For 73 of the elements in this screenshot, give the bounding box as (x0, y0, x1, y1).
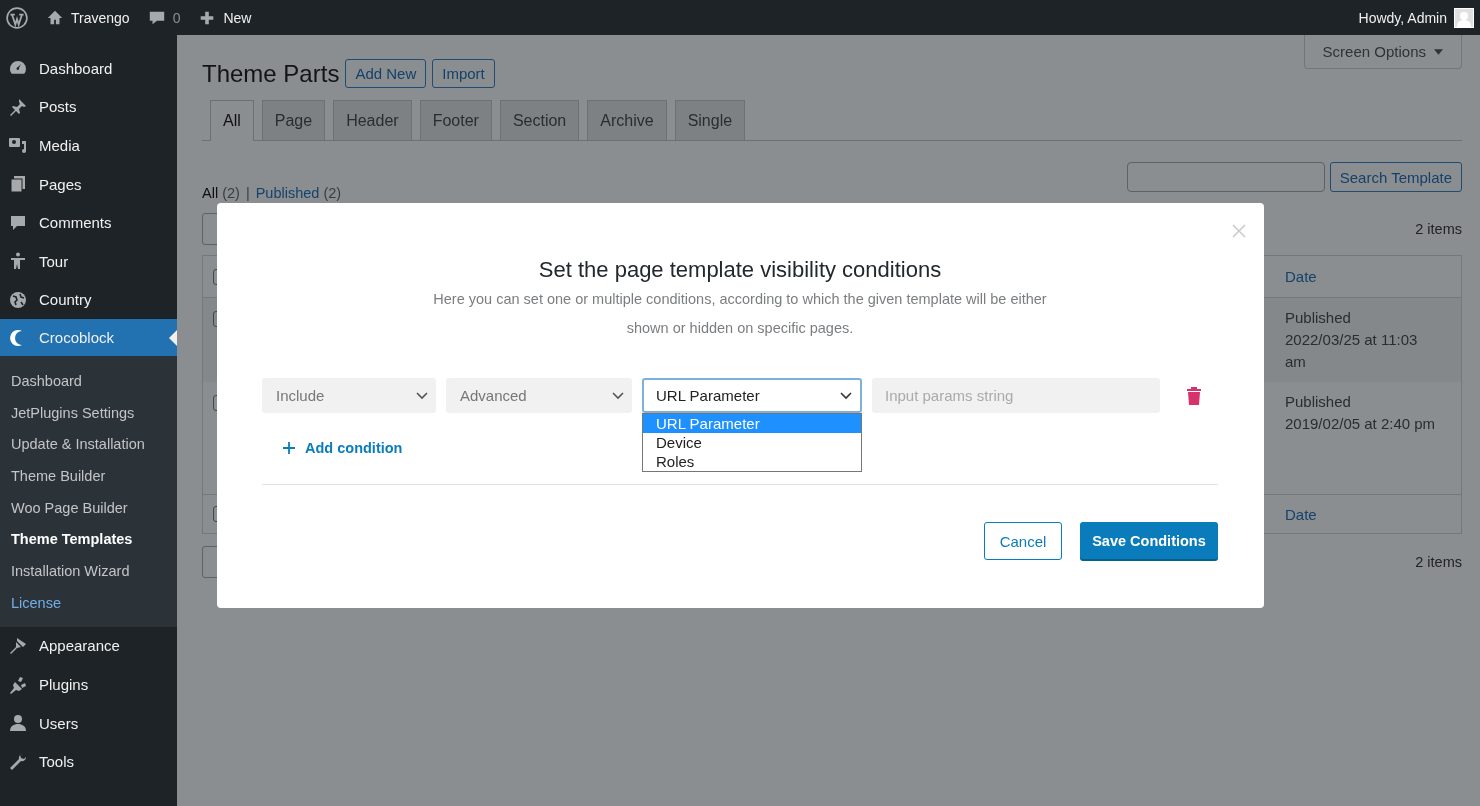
wordpress-logo-icon[interactable] (6, 6, 28, 29)
menu-item[interactable]: Posts (0, 87, 177, 127)
tab[interactable]: Page (261, 100, 326, 140)
menu-item[interactable]: Media (0, 126, 177, 165)
cancel-button[interactable]: Cancel (984, 522, 1062, 560)
site-name: Travengo (71, 9, 130, 26)
menu-item[interactable]: Appearance (0, 626, 177, 666)
wrench-icon (8, 751, 28, 772)
add-condition-button[interactable]: Add condition (282, 440, 403, 456)
submenu-item[interactable]: Update & Installation (0, 428, 177, 461)
condition-type-select[interactable]: Advanced (446, 378, 632, 413)
menu-item[interactable]: Tour (0, 241, 177, 281)
plug-icon (8, 674, 28, 695)
menu-item[interactable]: Comments (0, 203, 177, 242)
separator: | (245, 185, 250, 201)
plus-icon (282, 441, 296, 455)
delete-icon[interactable] (1186, 385, 1202, 406)
date-cell-text: Published 2019/02/05 at 2:40 pm (1285, 392, 1437, 434)
include-select[interactable]: Include (262, 378, 436, 413)
home-icon (46, 8, 64, 27)
save-conditions-button[interactable]: Save Conditions (1080, 522, 1218, 559)
submenu-item[interactable]: Woo Page Builder (0, 491, 177, 524)
account-menu[interactable]: Howdy, Admin (1358, 7, 1474, 28)
menu-item[interactable]: Country (0, 280, 177, 320)
media-icon (8, 135, 28, 156)
menu-item[interactable]: Pages (0, 164, 177, 204)
dialog-description: Here you can set one or multiple conditions, according to which the given template will be either shown or hidden on specific pages. (432, 290, 1048, 338)
pages-icon (8, 174, 28, 195)
tab[interactable]: Section (499, 100, 580, 140)
globe-icon (8, 289, 28, 310)
submenu-item[interactable]: JetPlugins Settings (0, 396, 177, 429)
new-label: New (223, 9, 252, 26)
items-count: 2 items (1415, 221, 1462, 237)
user-icon (8, 713, 28, 734)
menu-item[interactable]: Users (0, 703, 177, 743)
pin-icon (8, 96, 28, 117)
submenu-item[interactable]: Theme Builder (0, 460, 177, 492)
submenu-item[interactable]: License (0, 586, 177, 619)
comments-link[interactable]: 0 (147, 8, 181, 27)
caret-icon (1434, 48, 1443, 55)
view-link[interactable]: All (2) (202, 185, 240, 201)
menu-item[interactable]: Dashboard (0, 49, 177, 88)
items-count: 2 items (1415, 554, 1462, 570)
new-link[interactable]: New (198, 8, 252, 27)
chevron-down-icon (840, 391, 852, 400)
dialog-title: Set the page template visibility conditions (537, 257, 943, 283)
submenu-item[interactable]: Theme Templates (0, 523, 177, 556)
menu-item[interactable]: Plugins (0, 665, 177, 704)
search-field[interactable] (1126, 162, 1325, 192)
comment-count: 0 (172, 9, 181, 26)
person-icon (8, 251, 28, 272)
submenu-item[interactable]: Installation Wizard (0, 555, 177, 587)
avatar-icon (1454, 7, 1474, 28)
dropdown-option[interactable]: Roles (643, 452, 861, 471)
tab[interactable]: Single (674, 100, 746, 140)
tab[interactable]: Footer (419, 100, 492, 140)
date-cell-text: Published 2022/03/25 at 11:03 am (1285, 308, 1419, 372)
screen-options-button[interactable]: Screen Options (1303, 35, 1462, 69)
greeting: Howdy, Admin (1358, 9, 1447, 26)
chevron-down-icon (416, 391, 428, 400)
params-field[interactable]: Input params string (872, 378, 1160, 413)
page-title: Theme Parts (202, 59, 340, 88)
tab[interactable]: Archive (587, 100, 667, 140)
tab[interactable]: All (210, 100, 254, 141)
chevron-down-icon (612, 391, 624, 400)
tab[interactable]: Header (333, 100, 412, 140)
submenu-item[interactable]: Dashboard (0, 365, 177, 397)
site-link[interactable]: Travengo (46, 8, 130, 27)
condition-subtype-select[interactable]: URL Parameter (642, 378, 862, 413)
dropdown-option[interactable]: Device (643, 433, 861, 452)
menu-item[interactable]: Tools (0, 742, 177, 782)
brush-icon (8, 635, 28, 656)
menu-item[interactable]: Crocoblock (0, 319, 177, 357)
